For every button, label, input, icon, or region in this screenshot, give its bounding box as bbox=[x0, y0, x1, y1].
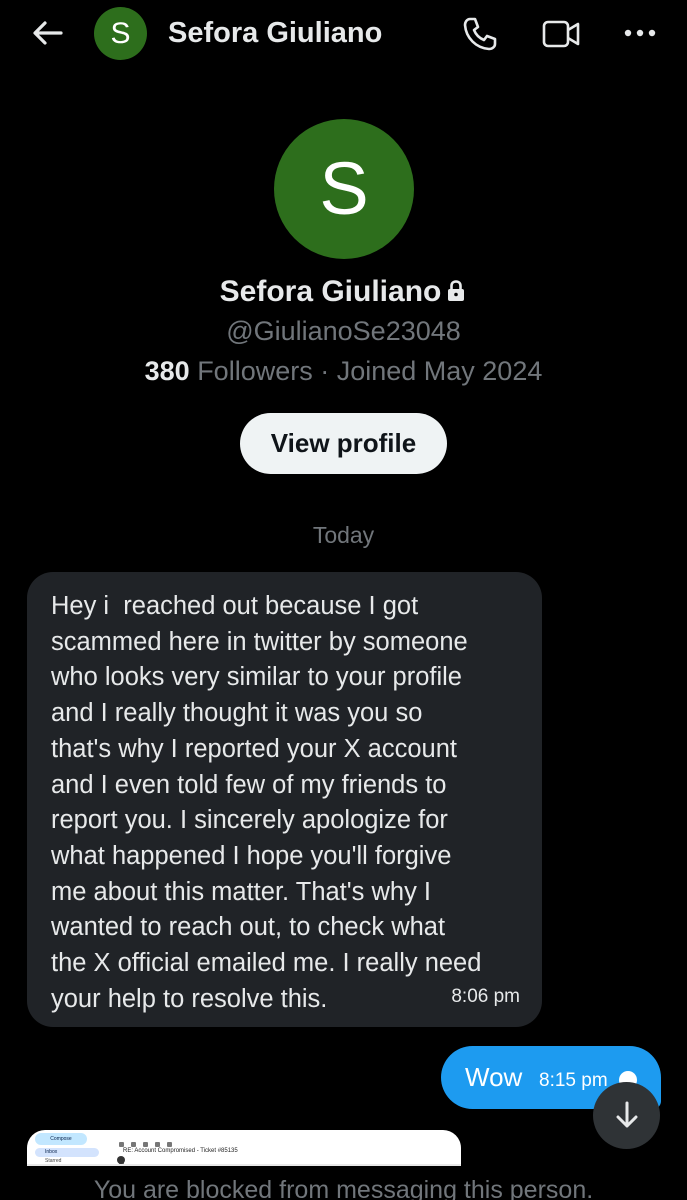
video-camera-icon bbox=[542, 20, 580, 48]
conversation-header: S Sefora Giuliano bbox=[0, 0, 687, 66]
sent-message-time: 8:15 pm bbox=[539, 1070, 608, 1091]
followers-joined-text: Followers · Joined May 2024 bbox=[189, 356, 543, 386]
profile-name-row: Sefora Giuliano bbox=[0, 273, 687, 311]
arrow-left-icon bbox=[33, 21, 63, 45]
attachment-inbox: Inbox bbox=[35, 1148, 99, 1157]
call-button[interactable] bbox=[461, 15, 499, 53]
followers-count: 380 bbox=[144, 356, 190, 386]
received-message-time: 8:06 pm bbox=[451, 986, 520, 1007]
profile-stats: 380 Followers · Joined May 2024 bbox=[0, 353, 687, 389]
header-avatar[interactable]: S bbox=[94, 7, 147, 60]
attachment-compose: Compose bbox=[35, 1133, 87, 1145]
attachment-toolbar bbox=[119, 1134, 189, 1165]
received-message-bubble[interactable]: Hey i reached out because I got scammed … bbox=[27, 572, 542, 1027]
scroll-to-bottom-button[interactable] bbox=[593, 1082, 660, 1149]
arrow-down-icon bbox=[616, 1101, 638, 1128]
profile-name: Sefora Giuliano bbox=[219, 275, 442, 308]
lock-icon bbox=[448, 280, 465, 301]
phone-icon bbox=[463, 17, 497, 51]
profile-handle: @GiulianoSe23048 bbox=[226, 316, 461, 346]
more-horizontal-icon bbox=[624, 29, 656, 37]
more-options-button[interactable] bbox=[620, 18, 660, 48]
received-message-text: Hey i reached out because I got scammed … bbox=[51, 592, 482, 1013]
date-separator: Today bbox=[312, 522, 375, 548]
profile-avatar: S bbox=[274, 119, 414, 259]
header-contact-name[interactable]: Sefora Giuliano bbox=[168, 14, 382, 52]
back-button[interactable] bbox=[30, 15, 66, 51]
view-profile-button[interactable]: View profile bbox=[240, 413, 447, 474]
sent-message-text: Wow bbox=[465, 1062, 523, 1092]
video-call-button[interactable] bbox=[541, 17, 581, 51]
image-attachment[interactable]: Compose Inbox Starred RE: Account Compro… bbox=[27, 1130, 461, 1166]
attachment-divider bbox=[27, 1164, 461, 1166]
attachment-subject: RE: Account Compromised - Ticket #85135 bbox=[123, 1148, 238, 1154]
blocked-notice: You are blocked from messaging this pers… bbox=[93, 1176, 594, 1200]
attachment-sender-avatar bbox=[117, 1156, 125, 1164]
